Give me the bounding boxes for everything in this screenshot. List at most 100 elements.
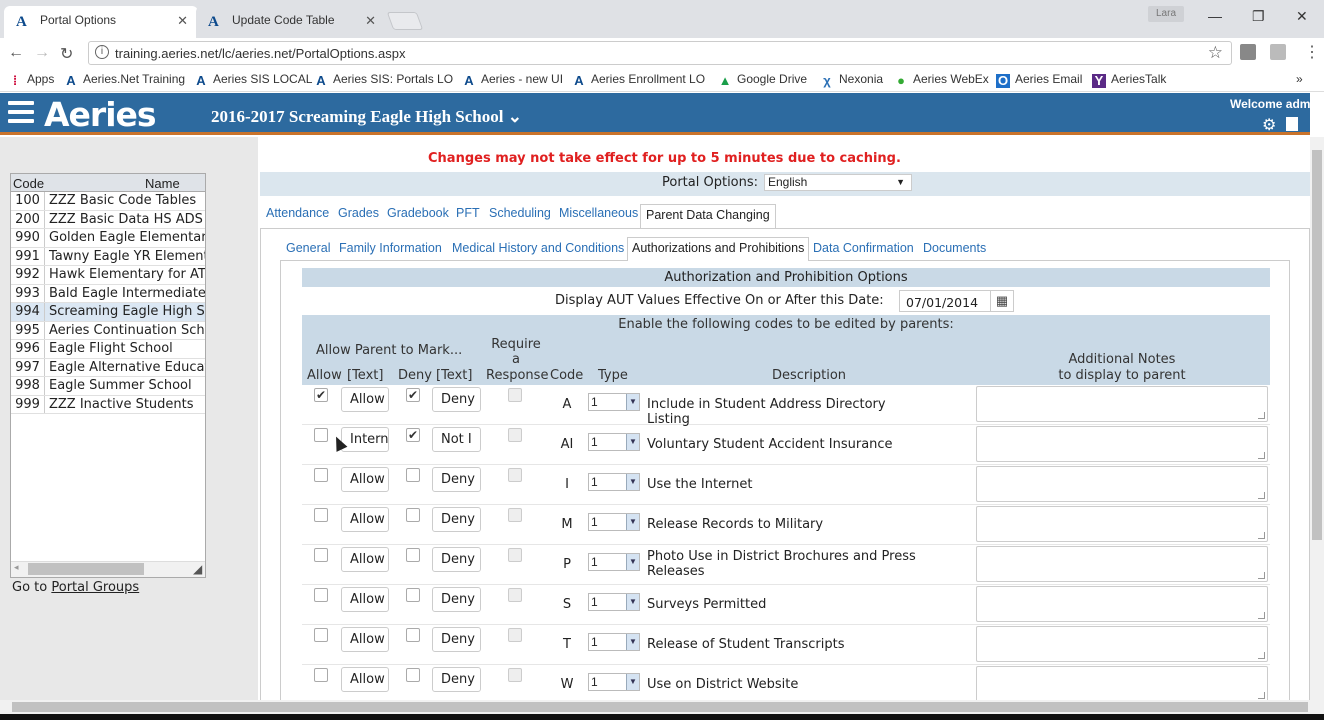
menu-icon[interactable]: ⋮ bbox=[1304, 42, 1320, 62]
browser-tab-update-code-table[interactable]: A Update Code Table ✕ bbox=[196, 6, 386, 38]
close-tab-icon[interactable]: ✕ bbox=[177, 13, 188, 29]
allow-text-input[interactable]: Allow bbox=[341, 547, 389, 572]
bookmark-nexonia[interactable]: χ Nexonia bbox=[820, 72, 883, 88]
bookmark-aeries-email[interactable]: O Aeries Email bbox=[996, 72, 1082, 88]
scroll-left-icon[interactable]: ◂ bbox=[14, 562, 19, 573]
allow-text-input[interactable]: Allow bbox=[341, 667, 389, 692]
require-response-checkbox[interactable] bbox=[508, 468, 522, 482]
forward-icon[interactable]: → bbox=[34, 44, 50, 62]
extension-icon[interactable] bbox=[1240, 44, 1256, 60]
list-item[interactable]: 990 Golden Eagle Elementar bbox=[11, 229, 205, 248]
profile-button[interactable]: Lara bbox=[1148, 6, 1184, 22]
list-item[interactable]: 992 Hawk Elementary for AT bbox=[11, 266, 205, 285]
deny-text-input[interactable]: Deny bbox=[432, 587, 481, 612]
type-select[interactable]: 1 ▼ bbox=[588, 553, 640, 571]
list-item[interactable]: 999 ZZZ Inactive Students bbox=[11, 395, 205, 414]
type-select[interactable]: 1 ▼ bbox=[588, 473, 640, 491]
bookmark-aeries-portals[interactable]: A Aeries SIS: Portals LO bbox=[314, 72, 453, 88]
tab-authorizations[interactable]: Authorizations and Prohibitions bbox=[627, 237, 810, 261]
allow-checkbox[interactable]: ✔ bbox=[314, 388, 328, 402]
page-vertical-scroll-thumb[interactable] bbox=[1312, 150, 1322, 540]
bookmark-aeries-new-ui[interactable]: A Aeries - new UI bbox=[462, 72, 563, 88]
deny-checkbox[interactable] bbox=[406, 548, 420, 562]
tab-parent-data-changing[interactable]: Parent Data Changing bbox=[640, 204, 776, 228]
deny-checkbox[interactable] bbox=[406, 468, 420, 482]
bookmark-aeries-webex[interactable]: ● Aeries WebEx bbox=[894, 72, 989, 88]
list-item[interactable]: 995 Aeries Continuation Sch bbox=[11, 321, 205, 340]
deny-text-input[interactable]: Deny bbox=[432, 387, 481, 412]
additional-notes-textarea[interactable] bbox=[976, 506, 1268, 542]
allow-text-input[interactable]: Allow bbox=[341, 467, 389, 492]
school-selector[interactable]: 2016-2017 Screaming Eagle High School ⌄ bbox=[211, 107, 522, 127]
allow-text-input[interactable]: Allow bbox=[341, 507, 389, 532]
additional-notes-textarea[interactable] bbox=[976, 386, 1268, 422]
type-select[interactable]: 1 ▼ bbox=[588, 673, 640, 691]
bookmark-aeriestalk[interactable]: Y AeriesTalk bbox=[1092, 72, 1166, 88]
tab-scheduling[interactable]: Scheduling bbox=[489, 206, 551, 220]
deny-text-input[interactable]: Deny bbox=[432, 627, 481, 652]
allow-text-input[interactable]: Allow bbox=[341, 627, 389, 652]
allow-checkbox[interactable] bbox=[314, 588, 328, 602]
require-response-checkbox[interactable] bbox=[508, 588, 522, 602]
type-select[interactable]: 1 ▼ bbox=[588, 513, 640, 531]
list-item[interactable]: 993 Bald Eagle Intermediate bbox=[11, 284, 205, 303]
additional-notes-textarea[interactable] bbox=[976, 626, 1268, 662]
allow-checkbox[interactable] bbox=[314, 468, 328, 482]
gear-icon[interactable]: ⚙ bbox=[1262, 115, 1276, 135]
hamburger-menu-icon[interactable] bbox=[8, 101, 34, 123]
allow-checkbox[interactable] bbox=[314, 668, 328, 682]
allow-text-input[interactable]: Allow bbox=[341, 587, 389, 612]
additional-notes-textarea[interactable] bbox=[976, 666, 1268, 702]
tab-medical-history[interactable]: Medical History and Conditions bbox=[452, 241, 624, 255]
type-select[interactable]: 1 ▼ bbox=[588, 433, 640, 451]
tab-grades[interactable]: Grades bbox=[338, 206, 379, 220]
tab-gradebook[interactable]: Gradebook bbox=[387, 206, 449, 220]
allow-text-input[interactable]: Allow bbox=[341, 387, 389, 412]
language-select[interactable]: English ▼ bbox=[764, 174, 912, 191]
close-window-icon[interactable]: ✕ bbox=[1296, 8, 1308, 25]
deny-checkbox[interactable] bbox=[406, 508, 420, 522]
deny-checkbox[interactable] bbox=[406, 628, 420, 642]
list-scroll-thumb[interactable] bbox=[28, 563, 144, 575]
deny-text-input[interactable]: Not I bbox=[432, 427, 481, 452]
allow-checkbox[interactable] bbox=[314, 628, 328, 642]
type-select[interactable]: 1 ▼ bbox=[588, 593, 640, 611]
bookmark-apps[interactable]: ⁞ Apps bbox=[8, 72, 55, 88]
bookmark-aeries-net-training[interactable]: A Aeries.Net Training bbox=[64, 72, 185, 88]
back-icon[interactable]: ← bbox=[8, 44, 24, 62]
page-horizontal-scroll-thumb[interactable] bbox=[12, 702, 1308, 712]
additional-notes-textarea[interactable] bbox=[976, 426, 1268, 462]
additional-notes-textarea[interactable] bbox=[976, 586, 1268, 622]
extension-icon[interactable] bbox=[1270, 44, 1286, 60]
type-select[interactable]: 1 ▼ bbox=[588, 393, 640, 411]
new-tab-button[interactable] bbox=[386, 12, 424, 30]
tab-data-confirmation[interactable]: Data Confirmation bbox=[813, 241, 914, 255]
calendar-icon[interactable]: ▦ bbox=[990, 290, 1014, 312]
require-response-checkbox[interactable] bbox=[508, 388, 522, 402]
deny-checkbox[interactable] bbox=[406, 668, 420, 682]
bookmark-aeries-enrollment[interactable]: A Aeries Enrollment LO bbox=[572, 72, 705, 88]
more-bookmarks-icon[interactable]: » bbox=[1296, 72, 1303, 86]
tab-attendance[interactable]: Attendance bbox=[266, 206, 329, 220]
bookmark-star-icon[interactable]: ☆ bbox=[1208, 43, 1223, 63]
bookmark-aeries-sis-local[interactable]: A Aeries SIS LOCAL bbox=[194, 72, 312, 88]
bookmark-google-drive[interactable]: ▲ Google Drive bbox=[718, 72, 807, 88]
allow-checkbox[interactable] bbox=[314, 548, 328, 562]
close-tab-icon[interactable]: ✕ bbox=[365, 13, 376, 29]
minimize-icon[interactable]: — bbox=[1208, 8, 1222, 24]
list-item-selected[interactable]: 994 Screaming Eagle High S bbox=[11, 303, 205, 322]
tab-documents[interactable]: Documents bbox=[923, 241, 986, 255]
deny-text-input[interactable]: Deny bbox=[432, 547, 481, 572]
allow-checkbox[interactable] bbox=[314, 508, 328, 522]
restore-icon[interactable]: ❐ bbox=[1252, 8, 1265, 25]
portal-groups-link[interactable]: Portal Groups bbox=[51, 580, 139, 595]
reload-icon[interactable]: ↻ bbox=[60, 44, 73, 64]
list-item[interactable]: 100 ZZZ Basic Code Tables bbox=[11, 192, 205, 211]
browser-tab-portal-options[interactable]: A Portal Options ✕ bbox=[4, 6, 198, 38]
tab-pft[interactable]: PFT bbox=[456, 206, 480, 220]
document-icon[interactable] bbox=[1286, 117, 1298, 131]
require-response-checkbox[interactable] bbox=[508, 428, 522, 442]
list-item[interactable]: 997 Eagle Alternative Educat bbox=[11, 358, 205, 377]
require-response-checkbox[interactable] bbox=[508, 668, 522, 682]
require-response-checkbox[interactable] bbox=[508, 628, 522, 642]
